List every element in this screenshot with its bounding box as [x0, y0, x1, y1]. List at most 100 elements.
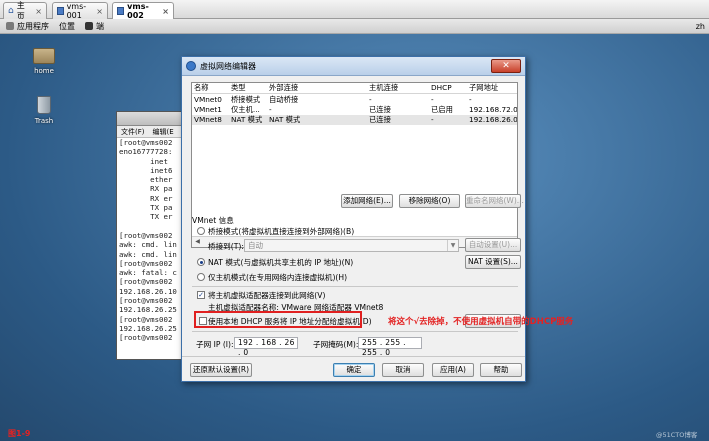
subnet-mask-label: 子网掩码(M): — [313, 340, 359, 349]
terminal-line: awk: fatal: c — [119, 268, 177, 278]
close-icon[interactable]: × — [96, 7, 103, 16]
nat-settings-button[interactable]: NAT 设置(S)... — [465, 255, 521, 269]
home-icon: ⌂ — [8, 6, 14, 16]
terminal-line: 192.168.26.25 — [119, 305, 177, 315]
col-subnet[interactable]: 子网地址 — [469, 83, 498, 93]
terminal-line: inet — [119, 156, 168, 166]
restore-defaults-button[interactable]: 还原默认设置(R) — [190, 363, 252, 377]
bridge-to-select[interactable]: 自动 ▼ — [244, 239, 459, 252]
chevron-down-icon: ▼ — [447, 240, 458, 251]
vm-icon — [57, 7, 64, 15]
bridge-to-label: 桥接到(T): — [208, 242, 244, 251]
tab-strip: ⌂ 主页 × vms-001 × vms-002 × — [0, 0, 709, 21]
divider — [182, 356, 525, 357]
trash[interactable]: Trash — [24, 96, 64, 125]
top-panel: 应用程序 位置 端 zh — [0, 19, 709, 34]
cell: - — [469, 95, 472, 104]
home-folder[interactable]: home — [24, 48, 64, 75]
network-editor-icon — [186, 61, 196, 71]
terminal-output[interactable]: [root@vms002 eno16777728: inet inet6 ethe… — [117, 138, 187, 343]
table-row[interactable]: VMnet1 仅主机... - 已连接 已启用 192.168.72.0 — [192, 105, 517, 115]
tab-home[interactable]: ⌂ 主页 × — [3, 1, 47, 21]
ok-button[interactable]: 确定 — [333, 363, 375, 377]
terminal-line: RX er — [119, 193, 173, 203]
scroll-left-icon[interactable]: ◀ — [192, 237, 203, 247]
dialog-close-button[interactable]: ✕ — [491, 59, 521, 73]
terminal-window[interactable]: 文件(F) 编辑(E [root@vms002 eno16777728: inet… — [116, 111, 188, 360]
terminal-line: 192.168.26.25 — [119, 323, 177, 333]
rename-network-button[interactable]: 重命名网络(W)... — [465, 194, 524, 208]
terminal-line: 192.168.26.10 — [119, 286, 177, 296]
dialog-titlebar[interactable]: 虚拟网络编辑器 — [182, 57, 525, 76]
bridge-mode-radio[interactable] — [197, 227, 205, 235]
tab-label: vms-002 — [127, 2, 149, 20]
terminal-launcher[interactable]: 端 — [85, 21, 104, 32]
cell: VMnet1 — [194, 105, 222, 114]
close-icon[interactable]: × — [162, 7, 169, 16]
terminal-line: awk: cmd. lin — [119, 249, 177, 259]
cell: - — [269, 105, 272, 114]
col-name[interactable]: 名称 — [194, 83, 209, 93]
cancel-button[interactable]: 取消 — [382, 363, 424, 377]
network-list-header: 名称 类型 外部连接 主机连接 DHCP 子网地址 — [192, 83, 517, 94]
terminal-line: inet6 — [119, 165, 173, 175]
terminal-line: eno16777728: — [119, 147, 173, 157]
dialog-title: 虚拟网络编辑器 — [200, 61, 256, 71]
input-method-indicator[interactable]: zh — [696, 22, 705, 31]
host-only-radio[interactable] — [197, 273, 205, 281]
network-list[interactable]: 名称 类型 外部连接 主机连接 DHCP 子网地址 VMnet0 桥接模式 自动… — [191, 82, 518, 248]
table-row[interactable]: VMnet0 桥接模式 自动桥接 - - - — [192, 95, 517, 105]
applications-label: 应用程序 — [17, 21, 49, 31]
terminal-menu-edit[interactable]: 编辑(E — [153, 127, 174, 137]
remove-network-button[interactable]: 移除网络(O) — [399, 194, 460, 208]
table-row-selected[interactable]: VMnet8 NAT 模式 NAT 模式 已连接 - 192.168.26.0 — [192, 115, 517, 125]
vmnet-info-heading: VMnet 信息 — [192, 216, 234, 225]
terminal-titlebar[interactable] — [117, 112, 187, 126]
terminal-line: [root@vms002 — [119, 314, 173, 324]
terminal-icon — [85, 22, 93, 30]
places-menu[interactable]: 位置 — [59, 21, 75, 32]
cell: - — [431, 95, 434, 104]
tab-vms-002[interactable]: vms-002 × — [112, 2, 174, 20]
terminal-line: RX pa — [119, 184, 173, 194]
tab-label: vms-001 — [66, 2, 87, 20]
nat-mode-radio[interactable] — [197, 258, 205, 266]
col-type[interactable]: 类型 — [231, 83, 246, 93]
subnet-mask-field[interactable]: 255 . 255 . 255 . 0 — [358, 337, 422, 357]
watermark: @51CTO博客 — [656, 431, 698, 439]
applications-menu[interactable]: 应用程序 — [6, 21, 49, 32]
terminal-launcher-label: 端 — [96, 21, 104, 31]
bridge-mode-label[interactable]: 桥接模式(将虚拟机直接连接到外部网络)(B) — [208, 226, 354, 237]
divider — [192, 331, 518, 332]
connect-adapter-checkbox[interactable]: ✓ — [197, 291, 205, 299]
tab-vms-001[interactable]: vms-001 × — [52, 2, 108, 20]
trash-label: Trash — [34, 117, 54, 125]
places-label: 位置 — [59, 21, 75, 31]
terminal-menubar: 文件(F) 编辑(E — [117, 126, 187, 138]
col-external[interactable]: 外部连接 — [269, 83, 298, 93]
cell: 已连接 — [369, 115, 391, 124]
help-button[interactable]: 帮助 — [480, 363, 522, 377]
col-dhcp[interactable]: DHCP — [431, 83, 452, 93]
cell: 已连接 — [369, 105, 391, 114]
auto-settings-button[interactable]: 自动设置(U)... — [465, 238, 521, 252]
host-only-label[interactable]: 仅主机模式(在专用网络内连接虚拟机)(H) — [208, 272, 347, 283]
figure-label: 图1-9 — [8, 429, 31, 438]
terminal-line: TX er — [119, 212, 173, 222]
terminal-line: ether — [119, 175, 173, 185]
nat-mode-label[interactable]: NAT 模式(与虚拟机共享主机的 IP 地址)(N) — [208, 257, 353, 268]
cell: NAT 模式 — [269, 115, 301, 124]
connect-adapter-label[interactable]: 将主机虚拟适配器连接到此网络(V) — [208, 290, 325, 301]
add-network-button[interactable]: 添加网络(E)... — [341, 194, 393, 208]
trash-icon — [37, 96, 51, 114]
folder-icon — [33, 48, 55, 64]
terminal-menu-file[interactable]: 文件(F) — [121, 127, 145, 137]
subnet-ip-field[interactable]: 192 . 168 . 26 . 0 — [234, 337, 298, 357]
apply-button[interactable]: 应用(A) — [432, 363, 474, 377]
col-host[interactable]: 主机连接 — [369, 83, 398, 93]
cell: 自动桥接 — [269, 95, 299, 104]
home-label: home — [34, 67, 54, 75]
close-icon[interactable]: × — [35, 7, 42, 16]
divider — [192, 286, 518, 287]
cell: - — [369, 95, 372, 104]
